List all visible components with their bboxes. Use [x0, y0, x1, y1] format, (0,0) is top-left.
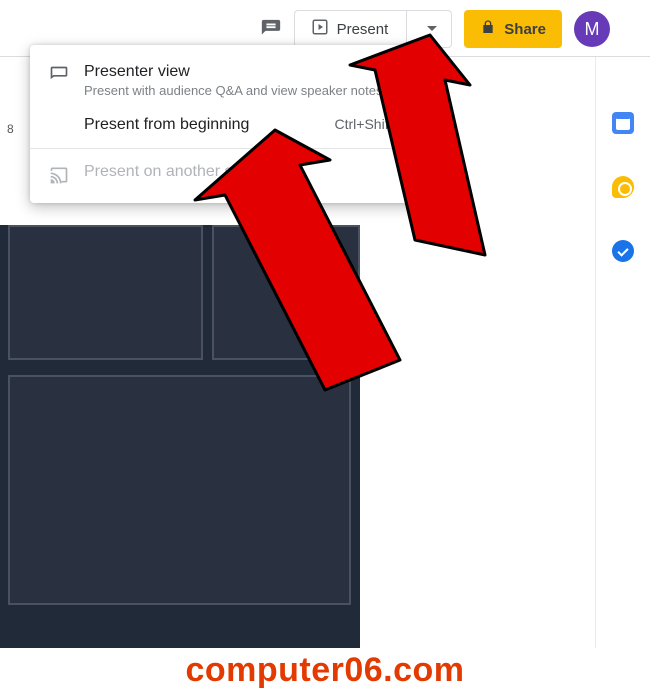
toolbar-inner: Present Share M — [260, 10, 610, 48]
present-play-icon — [311, 18, 329, 40]
menu-item-title: Present on another screen... — [84, 163, 417, 181]
avatar-initial: M — [585, 19, 600, 40]
comment-history-icon[interactable] — [260, 18, 282, 40]
cast-icon — [48, 165, 70, 185]
watermark-text: computer06.com — [0, 651, 650, 690]
menu-separator — [30, 148, 435, 149]
lock-icon — [480, 19, 496, 39]
keep-icon[interactable] — [612, 176, 634, 198]
present-dropdown-menu: Presenter view Present with audience Q&A… — [30, 45, 435, 203]
menu-item-present-from-beginning[interactable]: Present from beginning Ctrl+Shift+F5 — [30, 108, 435, 142]
menu-item-body: Presenter view Present with audience Q&A… — [84, 63, 417, 100]
menu-item-body: Present on another screen... — [84, 163, 417, 181]
present-divider — [406, 11, 407, 47]
slide-placeholder[interactable] — [8, 225, 203, 360]
share-button-label: Share — [504, 21, 546, 38]
menu-item-present-another-screen: Present on another screen... — [30, 155, 435, 193]
menu-item-presenter-view[interactable]: Presenter view Present with audience Q&A… — [30, 55, 435, 108]
slide-placeholder[interactable] — [212, 225, 360, 360]
menu-item-title: Present from beginning — [84, 116, 311, 134]
menu-item-title: Presenter view — [84, 63, 417, 81]
present-button-label: Present — [337, 21, 389, 38]
slide-canvas — [0, 225, 360, 648]
slide-number: 8 — [7, 122, 14, 136]
account-avatar[interactable]: M — [574, 11, 610, 47]
calendar-icon[interactable] — [612, 112, 634, 134]
menu-item-body: Present from beginning — [84, 116, 311, 134]
slide-placeholder[interactable] — [8, 375, 351, 605]
present-button[interactable]: Present — [294, 10, 453, 48]
tasks-icon[interactable] — [612, 240, 634, 262]
presenter-view-icon — [48, 65, 70, 85]
menu-item-subtitle: Present with audience Q&A and view speak… — [84, 83, 417, 100]
menu-item-shortcut: Ctrl+Shift+F5 — [325, 116, 417, 132]
share-button[interactable]: Share — [464, 10, 562, 48]
side-panel — [595, 57, 650, 648]
present-dropdown-caret-icon[interactable] — [419, 21, 445, 38]
